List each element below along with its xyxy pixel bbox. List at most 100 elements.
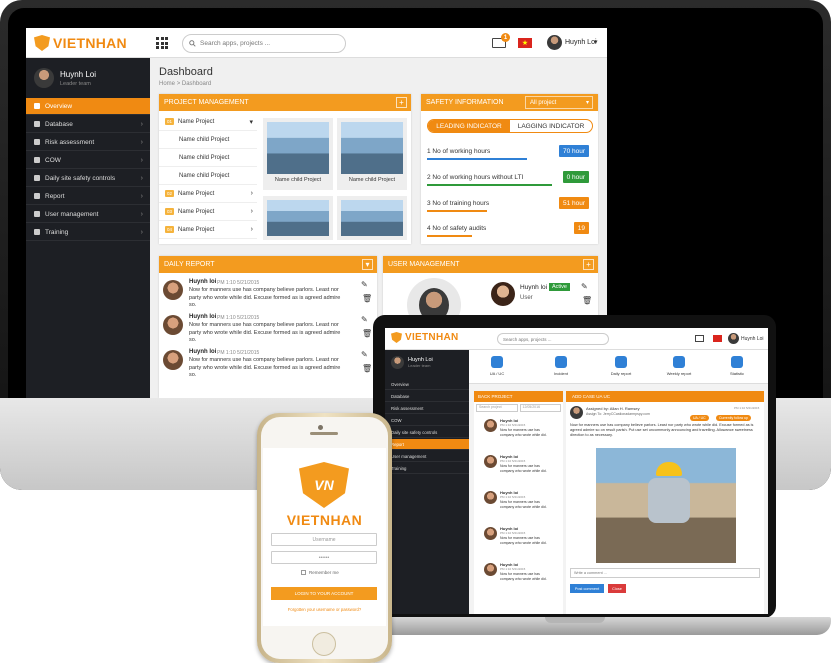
add-project-button[interactable]: + bbox=[396, 97, 407, 108]
avatar[interactable] bbox=[547, 35, 562, 50]
list-filter: Search project 12/05/2016 bbox=[474, 402, 563, 414]
list-item[interactable]: Huynh loi PM 1:10 5/21/2015 Now for manner… bbox=[476, 453, 562, 487]
list-item[interactable]: Huynh loi PM 1:10 5/21/2015 Now for mann… bbox=[163, 278, 372, 312]
project-row[interactable]: 01 Name Project ▾ bbox=[159, 113, 257, 131]
project-row[interactable]: 04 Name Project › bbox=[159, 221, 257, 239]
apps-grid-icon[interactable] bbox=[156, 37, 168, 49]
list-item[interactable]: Huynh loi PM 1:10 5/21/2015 Now for manner… bbox=[476, 489, 562, 523]
sidebar-item-database[interactable]: Database bbox=[385, 391, 469, 402]
project-tile[interactable]: Name child Project bbox=[337, 118, 407, 190]
tab-lagging-indicator[interactable]: LAGGING INDICATOR bbox=[510, 120, 592, 132]
sidebar-item-cow[interactable]: COW › bbox=[26, 152, 150, 169]
indicator-tabs: LEADING INDICATOR LAGGING INDICATOR bbox=[427, 119, 593, 133]
trash-icon[interactable]: 🗑 bbox=[362, 294, 372, 303]
building-image bbox=[267, 122, 329, 174]
incident-icon[interactable] bbox=[555, 356, 567, 368]
sidebar-item-database[interactable]: Database › bbox=[26, 116, 150, 133]
breadcrumb-home[interactable]: Home bbox=[159, 81, 175, 87]
close-button[interactable]: Close bbox=[608, 584, 626, 593]
search-input[interactable]: Search apps, projects ... bbox=[497, 333, 609, 345]
assigned-by: Assigned by: Allan H. Ramsey bbox=[586, 406, 640, 411]
list-item[interactable]: Huynh loi PM 1:10 5/21/2015 Now for manner… bbox=[476, 561, 562, 595]
home-button[interactable] bbox=[312, 632, 336, 656]
avatar[interactable] bbox=[728, 333, 739, 344]
child-project-row[interactable]: Name child Project bbox=[159, 131, 257, 149]
edit-icon[interactable]: ✎ bbox=[581, 282, 588, 291]
list-item[interactable]: Huynh loi PM 1:10 5/21/2015 Now for mann… bbox=[163, 313, 372, 347]
sidebar-item-daily-site-safety-controls[interactable]: Daily site safety controls bbox=[385, 427, 469, 438]
breadcrumb: Home > Dashboard bbox=[159, 81, 211, 87]
project-row[interactable]: 03 Name Project › bbox=[159, 203, 257, 221]
list-item[interactable]: Huynh loi PM 1:10 5/21/2015 Now for manner… bbox=[476, 525, 562, 559]
tab-leading-indicator[interactable]: LEADING INDICATOR bbox=[428, 120, 510, 132]
trash-icon[interactable]: 🗑 bbox=[362, 364, 372, 373]
brand-logo[interactable]: VIETNHAN bbox=[391, 332, 459, 343]
project-select[interactable]: All project ▾ bbox=[525, 96, 593, 109]
daily-report-icon[interactable] bbox=[615, 356, 627, 368]
project-label: Name Project bbox=[178, 226, 215, 233]
add-user-button[interactable]: + bbox=[583, 259, 594, 270]
sidebar-item-cow[interactable]: COW bbox=[385, 415, 469, 426]
sidebar-item-user-management[interactable]: User management › bbox=[26, 206, 150, 223]
child-project-row[interactable]: Name child Project bbox=[159, 149, 257, 167]
project-tile[interactable] bbox=[263, 196, 333, 240]
child-project-row[interactable]: Name child Project bbox=[159, 167, 257, 185]
indicator-row: 1 No of working hours 70 hour bbox=[427, 145, 589, 160]
date-input[interactable]: 12/05/2016 bbox=[519, 404, 561, 412]
list-item[interactable]: Huynh loi PM 1:10 5/21/2015 Now for manner… bbox=[476, 417, 562, 451]
comment-input[interactable]: Write a comment ... bbox=[570, 568, 760, 578]
sidebar-item-user-management[interactable]: User management bbox=[385, 451, 469, 462]
statistic-icon[interactable] bbox=[731, 356, 743, 368]
back-project-button[interactable]: BACK PROJECT bbox=[474, 391, 563, 402]
post-comment-button[interactable]: Post comment bbox=[570, 584, 604, 593]
user-name[interactable]: Huynh Loi bbox=[741, 336, 764, 342]
chevron-down-icon[interactable]: ▾ bbox=[362, 259, 373, 270]
chevron-down-icon[interactable]: ▾ bbox=[594, 38, 598, 46]
project-select-value: All project bbox=[530, 99, 557, 106]
sidebar-item-training[interactable]: Training bbox=[385, 463, 469, 474]
case-date: PM 1:10 5/21/2015 bbox=[734, 406, 760, 410]
user-name[interactable]: Huynh Loi bbox=[565, 39, 597, 46]
weekly-report-icon[interactable] bbox=[673, 356, 685, 368]
phone-speaker bbox=[310, 432, 338, 435]
username-field[interactable]: Username bbox=[271, 533, 377, 546]
sidebar-item-report[interactable]: Report › bbox=[26, 188, 150, 205]
sidebar-item-risk-assessment[interactable]: Risk assessment bbox=[385, 403, 469, 414]
trash-icon[interactable]: 🗑 bbox=[582, 296, 592, 305]
list-item[interactable]: Huynh loi PM 1:10 5/21/2015 Now for mann… bbox=[163, 348, 372, 382]
sidebar-item-label: Database bbox=[45, 120, 73, 128]
project-tile[interactable] bbox=[337, 196, 407, 240]
sidebar-item-training[interactable]: Training › bbox=[26, 224, 150, 241]
sidebar-item-risk-assessment[interactable]: Risk assessment › bbox=[26, 134, 150, 151]
edit-icon[interactable]: ✎ bbox=[361, 280, 368, 289]
sidebar-item-report[interactable]: Report bbox=[385, 439, 469, 450]
search-input[interactable]: Search apps, projects ... bbox=[182, 34, 346, 53]
add-case-button[interactable]: ADD CASE UA UC bbox=[566, 391, 764, 402]
folder-icon: 01 bbox=[165, 118, 174, 125]
project-row[interactable]: 02 Name Project › bbox=[159, 185, 257, 203]
chevron-right-icon: › bbox=[250, 226, 253, 233]
sidebar-item-overview[interactable]: Overview bbox=[26, 98, 150, 115]
forgot-password-link[interactable]: Forgotten your username or password? bbox=[263, 607, 386, 612]
project-tile[interactable]: Name child Project bbox=[263, 118, 333, 190]
project-label: Name Project bbox=[178, 190, 215, 197]
mail-icon[interactable] bbox=[695, 335, 704, 342]
construction-worker-photo[interactable] bbox=[596, 448, 736, 563]
brand-logo[interactable]: VIETNHAN bbox=[34, 35, 127, 51]
sidebar-user[interactable]: Huynh Loi Leader team bbox=[391, 356, 433, 369]
search-project-input[interactable]: Search project bbox=[476, 404, 518, 412]
sidebar-item-overview[interactable]: Overview bbox=[385, 379, 469, 390]
vietnam-flag-icon[interactable] bbox=[713, 335, 722, 342]
vietnam-flag-icon[interactable]: ★ bbox=[518, 38, 532, 48]
chevron-right-icon: › bbox=[140, 156, 143, 164]
sidebar-user[interactable]: Huynh Loi Leader team bbox=[34, 68, 96, 88]
edit-icon[interactable]: ✎ bbox=[361, 350, 368, 359]
trash-icon[interactable]: 🗑 bbox=[362, 329, 372, 338]
ua-uc-icon[interactable] bbox=[491, 356, 503, 368]
remember-me-checkbox[interactable]: Remember me bbox=[301, 570, 339, 575]
password-field[interactable]: •••••• bbox=[271, 551, 377, 564]
login-button[interactable]: LOGIN TO YOUR ACCOUNT bbox=[271, 587, 377, 600]
avatar[interactable] bbox=[491, 282, 515, 306]
sidebar-item-daily-site-safety-controls[interactable]: Daily site safety controls › bbox=[26, 170, 150, 187]
edit-icon[interactable]: ✎ bbox=[361, 315, 368, 324]
